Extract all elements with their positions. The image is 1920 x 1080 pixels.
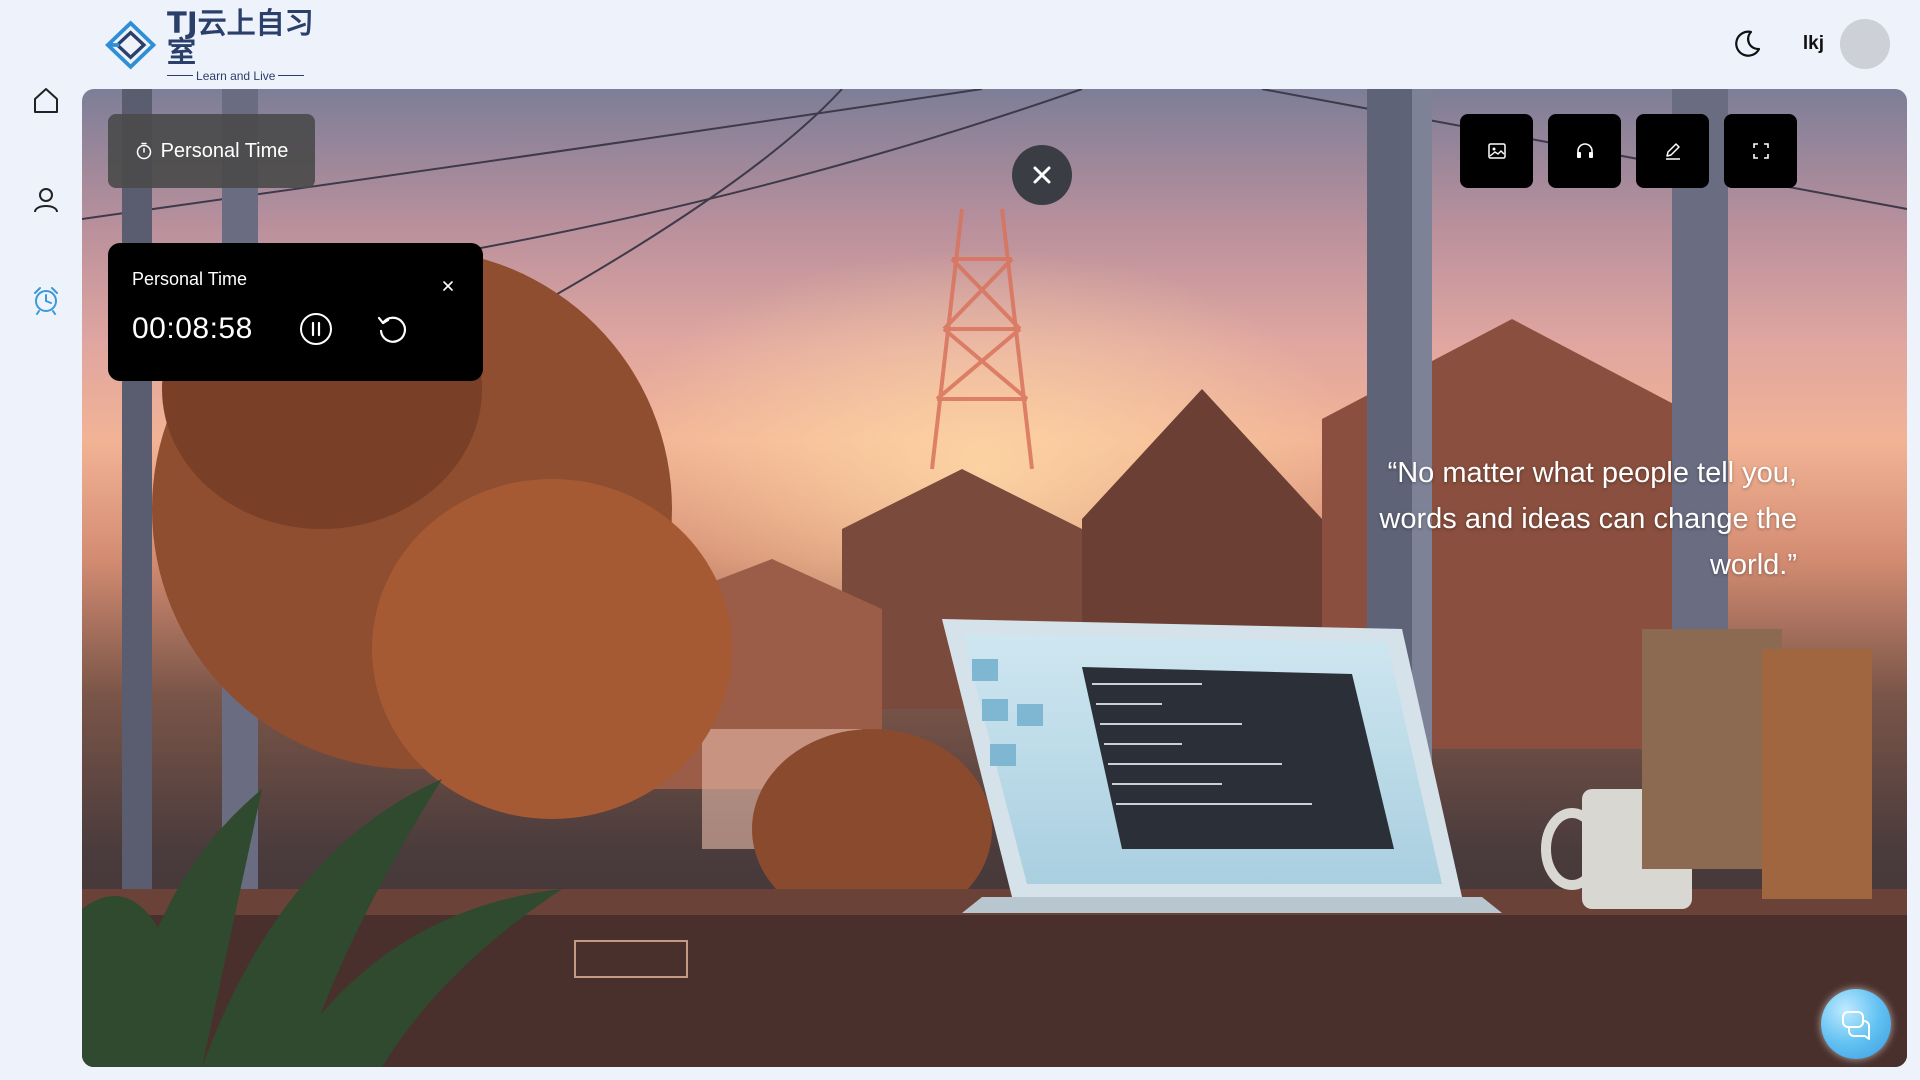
chat-icon <box>1842 1011 1870 1040</box>
pause-button[interactable] <box>297 310 335 348</box>
headphones-icon <box>1576 143 1593 158</box>
fullscreen-button[interactable] <box>1724 114 1797 188</box>
diamond-logo-icon <box>105 20 157 70</box>
sidebar-item-profile[interactable] <box>26 180 66 220</box>
stopwatch-icon <box>136 142 151 160</box>
scene-toolbar <box>1460 114 1797 188</box>
user-icon <box>34 188 58 213</box>
personal-time-label: Personal Time <box>160 139 289 162</box>
timer-display: 00:08:58 <box>132 312 253 345</box>
sidebar-item-timer[interactable] <box>26 280 66 320</box>
close-icon[interactable] <box>441 279 455 293</box>
study-room-scene: Personal Time Personal Time 00:08:58 “No… <box>82 89 1907 1067</box>
sidebar-item-home[interactable] <box>26 80 66 120</box>
close-icon <box>1033 166 1051 184</box>
personal-time-button[interactable]: Personal Time <box>108 114 315 188</box>
music-button[interactable] <box>1548 114 1621 188</box>
alarm-clock-icon <box>34 287 58 315</box>
pen-icon <box>1665 143 1680 160</box>
header-actions: lkj <box>1729 18 1890 70</box>
username[interactable]: lkj <box>1803 33 1824 55</box>
image-icon <box>1487 143 1506 159</box>
avatar[interactable] <box>1840 19 1890 69</box>
fullscreen-icon <box>1752 143 1769 159</box>
app-logo[interactable]: TJ云上自习室 Learn and Live <box>104 8 334 82</box>
notes-button[interactable] <box>1636 114 1709 188</box>
sidebar <box>26 80 66 380</box>
moon-icon <box>1735 30 1760 57</box>
timer-title: Personal Time <box>132 269 248 289</box>
reset-icon <box>377 316 407 343</box>
logo-subtitle: Learn and Live <box>167 70 334 82</box>
close-scene-button[interactable] <box>1012 145 1072 205</box>
motivational-quote: “No matter what people tell you, words a… <box>1379 457 1797 581</box>
chat-button[interactable] <box>1821 989 1891 1059</box>
pause-icon <box>300 313 332 345</box>
theme-toggle-button[interactable] <box>1729 26 1765 62</box>
home-icon <box>34 88 58 113</box>
reset-button[interactable] <box>373 310 411 348</box>
timer-card: Personal Time 00:08:58 <box>108 243 483 381</box>
logo-title: TJ云上自习室 <box>167 5 314 69</box>
change-background-button[interactable] <box>1460 114 1533 188</box>
